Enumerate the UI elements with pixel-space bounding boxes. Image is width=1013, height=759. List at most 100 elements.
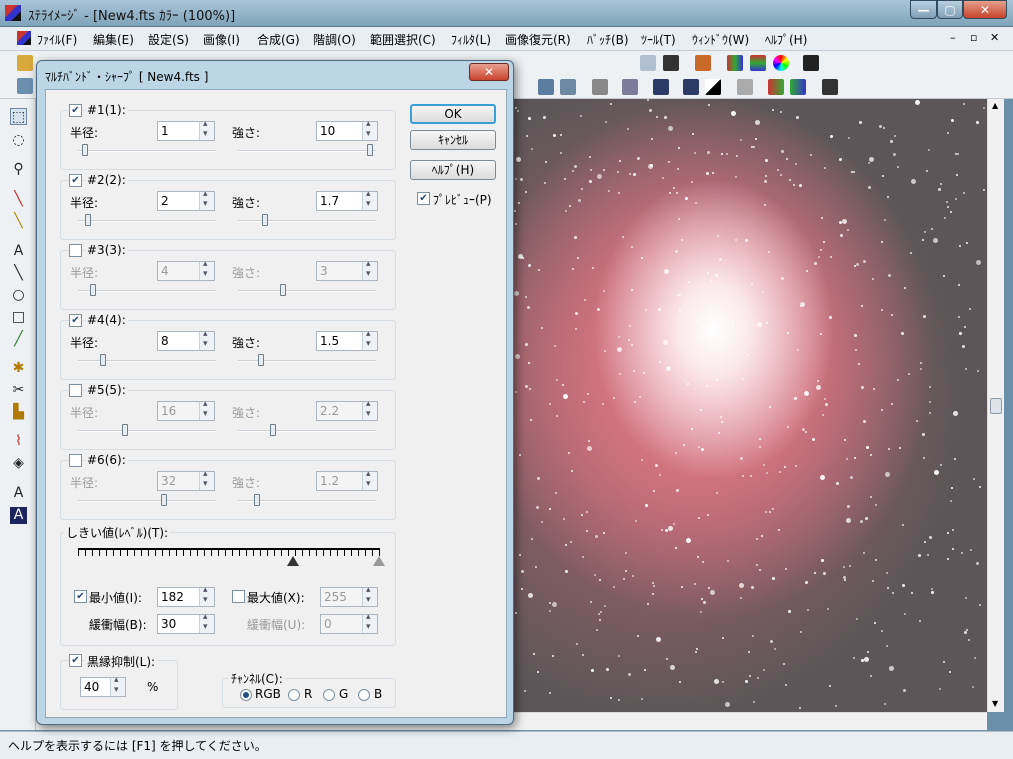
- menu-help[interactable]: ﾍﾙﾌﾟ(H): [765, 31, 807, 48]
- band-strength-updown[interactable]: [362, 189, 377, 210]
- menu-restore[interactable]: 画像復元(R): [505, 31, 571, 48]
- band-strength-updown[interactable]: [362, 259, 377, 280]
- band-radius-slider[interactable]: [78, 144, 216, 156]
- ok-button[interactable]: OK: [410, 104, 496, 124]
- band-strength-spinbox[interactable]: 3: [316, 259, 378, 281]
- band-radius-slider[interactable]: [78, 354, 216, 366]
- open-icon[interactable]: [17, 55, 33, 71]
- layers-tool-icon[interactable]: ◈: [10, 455, 27, 472]
- marker-tool-icon[interactable]: ╲: [10, 213, 27, 230]
- graph-tool-icon[interactable]: ⌇: [10, 433, 27, 450]
- filter-icon[interactable]: [592, 79, 608, 95]
- text-tool-icon[interactable]: A: [10, 243, 27, 260]
- band-strength-slider-thumb[interactable]: [270, 424, 276, 436]
- stamp-tool-icon[interactable]: ▙: [10, 404, 27, 421]
- max-updown[interactable]: [362, 585, 377, 606]
- pencil-tool-icon[interactable]: ╱: [10, 331, 27, 348]
- band-radius-slider[interactable]: [78, 284, 216, 296]
- split-rgb-icon[interactable]: [768, 79, 784, 95]
- max-spinbox[interactable]: 255: [320, 585, 378, 607]
- band-checkbox[interactable]: [69, 244, 82, 257]
- band-radius-updown[interactable]: [199, 329, 214, 350]
- band-strength-updown[interactable]: [362, 469, 377, 490]
- menu-composite[interactable]: 合成(G): [257, 31, 300, 48]
- band-radius-slider-thumb[interactable]: [161, 494, 167, 506]
- mdi-minimize-button[interactable]: –: [950, 31, 956, 44]
- star-mark-icon[interactable]: ✱: [10, 360, 27, 377]
- band-radius-spinbox[interactable]: 4: [157, 259, 215, 281]
- channel-r-radio[interactable]: [288, 689, 300, 701]
- band-radius-slider-thumb[interactable]: [100, 354, 106, 366]
- minimize-button[interactable]: —: [910, 0, 937, 19]
- band-radius-slider[interactable]: [78, 424, 216, 436]
- edge-checkbox[interactable]: ✔: [69, 654, 82, 667]
- menu-filter[interactable]: ﾌｨﾙﾀ(L): [451, 31, 491, 48]
- band-radius-updown[interactable]: [199, 119, 214, 140]
- threshold-ruler[interactable]: [78, 548, 380, 556]
- edge-updown[interactable]: [110, 675, 125, 696]
- select-tool-icon[interactable]: ⬚: [10, 108, 27, 125]
- band-checkbox[interactable]: ✔: [69, 314, 82, 327]
- histogram-icon[interactable]: [640, 55, 656, 71]
- help-button[interactable]: ﾍﾙﾌﾟ(H): [410, 160, 496, 180]
- band-radius-spinbox[interactable]: 32: [157, 469, 215, 491]
- band-strength-spinbox[interactable]: 10: [316, 119, 378, 141]
- menu-tools[interactable]: ﾂｰﾙ(T): [641, 31, 676, 48]
- band-checkbox[interactable]: [69, 384, 82, 397]
- band-strength-slider[interactable]: [238, 144, 376, 156]
- band-strength-slider[interactable]: [238, 354, 376, 366]
- cancel-button[interactable]: ｷｬﾝｾﾙ: [410, 130, 496, 150]
- max-buffer-spinbox[interactable]: 0: [320, 612, 378, 634]
- band-radius-spinbox[interactable]: 8: [157, 329, 215, 351]
- band-radius-slider-thumb[interactable]: [122, 424, 128, 436]
- max-buffer-updown[interactable]: [362, 612, 377, 633]
- band-strength-spinbox[interactable]: 1.7: [316, 189, 378, 211]
- mdi-restore-button[interactable]: ▫: [970, 31, 977, 44]
- tool-row2-icon[interactable]: [17, 78, 33, 94]
- band-radius-spinbox[interactable]: 16: [157, 399, 215, 421]
- pipette-tool-icon[interactable]: ╲: [10, 191, 27, 208]
- mdi-close-button[interactable]: ✕: [990, 31, 999, 44]
- band-strength-spinbox[interactable]: 1.5: [316, 329, 378, 351]
- color-wheel-icon[interactable]: [773, 55, 789, 71]
- ellipse-tool-icon[interactable]: ○: [10, 287, 27, 304]
- channel-b-radio[interactable]: [358, 689, 370, 701]
- band-radius-slider[interactable]: [78, 494, 216, 506]
- contrast-icon[interactable]: [705, 79, 721, 95]
- threshold-max-marker-icon[interactable]: [373, 556, 385, 566]
- band-strength-slider-thumb[interactable]: [258, 354, 264, 366]
- copy-icon[interactable]: [737, 79, 753, 95]
- band-strength-slider-thumb[interactable]: [280, 284, 286, 296]
- maximize-button[interactable]: ▢: [937, 0, 963, 19]
- band-radius-slider-thumb[interactable]: [82, 144, 88, 156]
- menu-batch[interactable]: ﾊﾞｯﾁ(B): [587, 31, 629, 48]
- band-radius-slider-thumb[interactable]: [85, 214, 91, 226]
- band-radius-spinbox[interactable]: 1: [157, 119, 215, 141]
- menu-settings[interactable]: 設定(S): [148, 31, 189, 48]
- menu-file[interactable]: ﾌｧｲﾙ(F): [37, 31, 77, 48]
- band-strength-updown[interactable]: [362, 399, 377, 420]
- band-radius-updown[interactable]: [199, 259, 214, 280]
- vertical-scrollbar[interactable]: ▲ ▼: [987, 99, 1004, 712]
- font-tool-icon[interactable]: A: [10, 485, 27, 502]
- min-spinbox[interactable]: 182: [157, 585, 215, 607]
- menu-selection[interactable]: 範囲選択(C): [370, 31, 436, 48]
- band-strength-slider[interactable]: [238, 214, 376, 226]
- rgb-icon[interactable]: [750, 55, 766, 71]
- band-strength-slider[interactable]: [238, 494, 376, 506]
- band-strength-slider-thumb[interactable]: [367, 144, 373, 156]
- band-strength-spinbox[interactable]: 2.2: [316, 399, 378, 421]
- rect-tool-icon[interactable]: □: [10, 309, 27, 326]
- scroll-down-icon[interactable]: ▼: [992, 699, 998, 708]
- band-strength-slider-thumb[interactable]: [254, 494, 260, 506]
- star-tool-icon[interactable]: [538, 79, 554, 95]
- band-radius-updown[interactable]: [199, 189, 214, 210]
- font-fill-tool-icon[interactable]: A: [10, 507, 27, 524]
- min-updown[interactable]: [199, 585, 214, 606]
- export-icon[interactable]: [822, 79, 838, 95]
- cut-tool-icon[interactable]: ✂: [10, 382, 27, 399]
- band-strength-slider[interactable]: [238, 284, 376, 296]
- max-checkbox[interactable]: [232, 590, 245, 603]
- scroll-up-icon[interactable]: ▲: [992, 101, 998, 110]
- zoom-tool-icon[interactable]: ⚲: [10, 161, 27, 178]
